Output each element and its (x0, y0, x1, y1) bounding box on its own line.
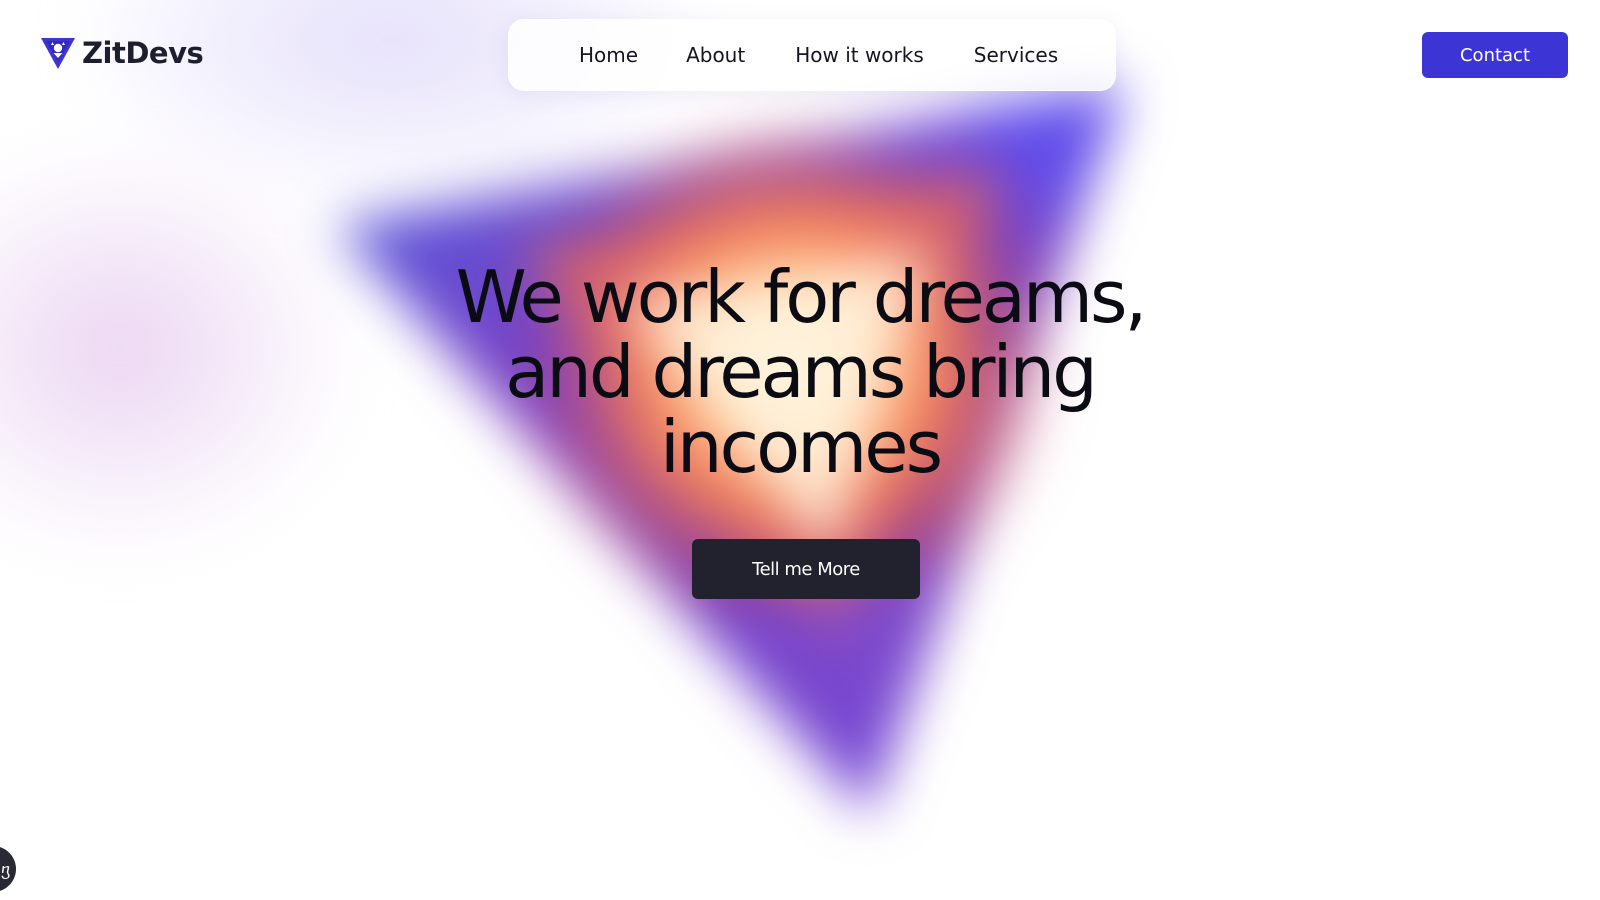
tell-me-more-button[interactable]: Tell me More (692, 539, 920, 599)
nav-item-how-it-works[interactable]: How it works (795, 43, 924, 67)
contact-button[interactable]: Contact (1422, 32, 1568, 78)
nav-item-services[interactable]: Services (974, 43, 1058, 67)
chat-icon: ⴂ (0, 859, 10, 879)
landing-page: ZitDevs Home About How it works Services… (0, 0, 1600, 900)
hero-headline-line: We work for dreams, (455, 255, 1148, 339)
hero-headline-line: incomes (659, 405, 943, 489)
inverted-triangle-logo-icon (41, 38, 75, 69)
nav-item-about[interactable]: About (686, 43, 745, 67)
hero-headline: We work for dreams, and dreams bring inc… (300, 260, 1300, 485)
hero-headline-line: and dreams bring (505, 330, 1098, 414)
brand-logo[interactable]: ZitDevs (40, 36, 204, 70)
brand-name: ZitDevs (82, 36, 204, 70)
main-navigation: Home About How it works Services (508, 19, 1116, 91)
nav-item-home[interactable]: Home (579, 43, 638, 67)
